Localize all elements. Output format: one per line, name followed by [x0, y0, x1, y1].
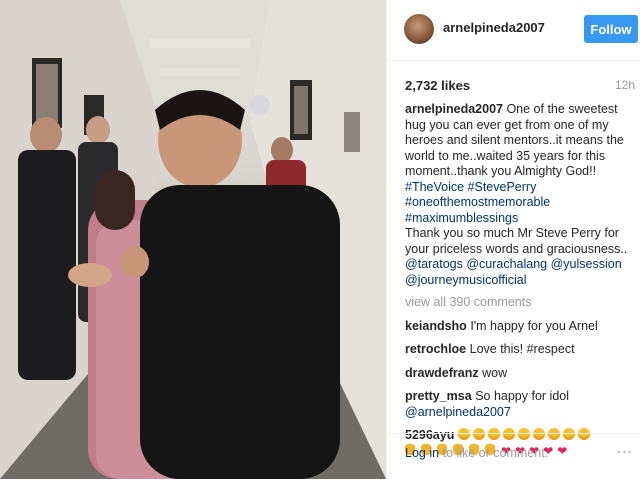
comment-text: I'm happy for you Arnel	[470, 318, 598, 333]
caption-username[interactable]: arnelpineda2007	[405, 102, 503, 116]
comments-section: arnelpineda2007 One of the sweetest hug …	[405, 102, 635, 467]
comment-item: retrochloe Love this! #respect	[405, 342, 635, 358]
view-all-comments-link[interactable]: view all 390 comments	[405, 295, 635, 311]
caption-line: moment..thank you Almighty God!!	[405, 164, 597, 178]
follow-button[interactable]: Follow	[584, 15, 638, 43]
comment-username[interactable]: pretty_msa	[405, 389, 472, 403]
hashtag-link[interactable]: #oneofthemostmemorable	[405, 195, 635, 211]
username-link[interactable]: arnelpineda2007	[443, 20, 545, 35]
mention-link[interactable]: @arnelpineda2007	[405, 405, 635, 421]
caption-line: hug you can ever get from one of my	[405, 117, 609, 132]
comment-text: So happy for idol	[475, 389, 569, 403]
caption-line: arnelpineda2007 One of the sweetest	[405, 102, 635, 118]
hug-photo-illustration	[0, 0, 386, 479]
mention-link[interactable]: @journeymusicofficial	[405, 273, 635, 289]
login-prompt-text: to like or comment.	[442, 446, 549, 460]
comment-item: drawdefranz wow	[405, 366, 635, 382]
caption-line: world to me..waited 35 years for this	[405, 148, 606, 163]
login-prompt: Log in to like or comment.	[405, 446, 548, 460]
login-link[interactable]: Log in	[405, 446, 439, 460]
comment-item: keiandsho I'm happy for you Arnel	[405, 319, 635, 335]
post-photo[interactable]	[0, 0, 386, 479]
post-header: arnelpineda2007 Follow	[387, 0, 640, 61]
caption-text: One of the sweetest	[506, 102, 618, 116]
caption-line: Thank you so much Mr Steve Perry for	[405, 226, 619, 240]
post-timestamp[interactable]: 12h	[615, 78, 635, 92]
caption-line: heroes and silent mentors..it means the	[405, 133, 624, 147]
post-footer: Log in to like or comment. ...	[387, 433, 640, 480]
more-options-icon[interactable]: ...	[617, 440, 633, 458]
post-side-panel: arnelpineda2007 Follow 2,732 likes 12h a…	[386, 0, 640, 479]
hashtag-link[interactable]: #TheVoice #StevePerry	[405, 180, 635, 196]
comment-item: pretty_msa So happy for idol @arnelpined…	[405, 389, 635, 420]
hashtag-link[interactable]: #maximumblessings	[405, 211, 635, 227]
comment-username[interactable]: retrochloe	[405, 342, 466, 356]
mention-link[interactable]: @taratogs @curachalang @yulsession	[405, 257, 635, 273]
likes-count[interactable]: 2,732 likes	[405, 78, 470, 93]
comment-username[interactable]: drawdefranz	[405, 366, 479, 380]
caption-line: your priceless words and graciousness..	[405, 241, 628, 256]
comment-username[interactable]: keiandsho	[405, 319, 467, 333]
avatar[interactable]	[404, 14, 434, 44]
comment-text: wow	[482, 365, 508, 380]
comment-text: Love this! #respect	[469, 342, 575, 356]
caption: arnelpineda2007 One of the sweetest hug …	[405, 102, 635, 288]
